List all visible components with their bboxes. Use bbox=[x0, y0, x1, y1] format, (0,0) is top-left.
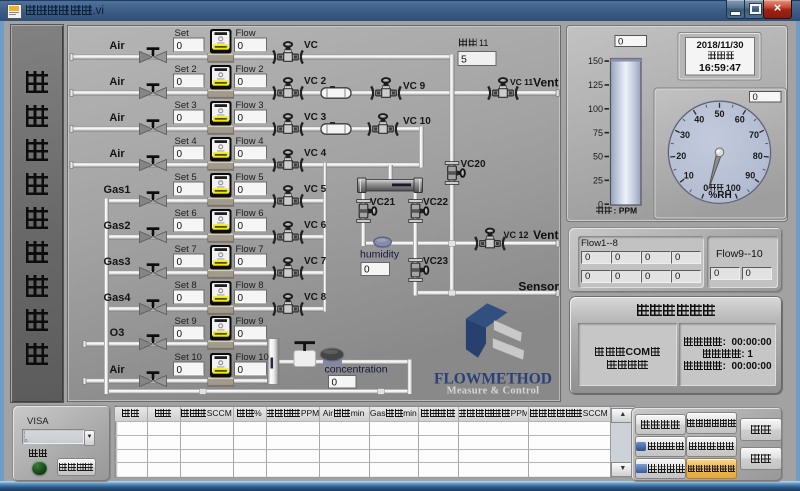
svg-text:100: 100 bbox=[588, 104, 603, 114]
svg-text:%RH: %RH bbox=[708, 190, 731, 201]
svg-text:Gas3: Gas3 bbox=[104, 256, 131, 268]
svg-text:VC 3: VC 3 bbox=[304, 112, 327, 123]
svg-text:Set 2: Set 2 bbox=[175, 64, 197, 75]
svg-text:VC22: VC22 bbox=[423, 197, 448, 208]
svg-text:0: 0 bbox=[364, 265, 370, 276]
svg-text:Air: Air bbox=[109, 112, 125, 124]
svg-text:0: 0 bbox=[238, 365, 244, 376]
svg-text:60: 60 bbox=[735, 115, 745, 125]
svg-text:0: 0 bbox=[238, 185, 244, 196]
svg-text:0: 0 bbox=[618, 37, 623, 48]
svg-text:125: 125 bbox=[588, 80, 603, 90]
svg-text:25: 25 bbox=[593, 175, 603, 185]
svg-text:Flow 5: Flow 5 bbox=[236, 172, 264, 183]
svg-text:VC 7: VC 7 bbox=[304, 256, 327, 267]
svg-text:Set 5: Set 5 bbox=[175, 172, 197, 183]
svg-text:Air: Air bbox=[109, 40, 125, 52]
svg-text:VC 10: VC 10 bbox=[403, 116, 431, 127]
svg-text:VC 9: VC 9 bbox=[403, 81, 426, 92]
svg-text:Gas1: Gas1 bbox=[104, 184, 131, 196]
svg-text:Set: Set bbox=[175, 28, 190, 39]
svg-text:70: 70 bbox=[749, 130, 759, 140]
svg-text:0: 0 bbox=[177, 365, 183, 376]
svg-text:Gas4: Gas4 bbox=[104, 292, 132, 304]
svg-text:16:59:47: 16:59:47 bbox=[699, 62, 741, 74]
svg-text:VC 6: VC 6 bbox=[304, 220, 327, 231]
svg-text:0: 0 bbox=[238, 41, 244, 52]
svg-text:0: 0 bbox=[177, 185, 183, 196]
svg-text:20: 20 bbox=[676, 151, 686, 161]
svg-text:Set 3: Set 3 bbox=[175, 100, 197, 111]
svg-text:0: 0 bbox=[177, 77, 183, 88]
svg-text:0: 0 bbox=[238, 113, 244, 124]
svg-text:2018/11/30: 2018/11/30 bbox=[696, 40, 743, 51]
svg-text:Measure & Control: Measure & Control bbox=[447, 386, 540, 397]
svg-text:Flow 7: Flow 7 bbox=[236, 244, 264, 255]
svg-text:Flow 2: Flow 2 bbox=[236, 64, 264, 75]
svg-text:0: 0 bbox=[177, 329, 183, 340]
svg-text:80: 80 bbox=[753, 151, 763, 161]
svg-text:75: 75 bbox=[593, 128, 603, 138]
svg-text:VC20: VC20 bbox=[461, 159, 486, 170]
svg-text:Flow: Flow bbox=[236, 28, 256, 39]
svg-text:VC 12: VC 12 bbox=[504, 230, 529, 240]
svg-text:0: 0 bbox=[177, 221, 183, 232]
svg-text:Flow 10: Flow 10 bbox=[236, 352, 269, 363]
svg-text:Set 9: Set 9 bbox=[175, 316, 197, 327]
svg-text:11: 11 bbox=[479, 38, 488, 48]
svg-text:90: 90 bbox=[745, 171, 755, 181]
svg-text:VC 4: VC 4 bbox=[304, 148, 327, 159]
svg-text:50: 50 bbox=[593, 152, 603, 162]
svg-text:150: 150 bbox=[588, 56, 603, 66]
svg-text:Set 7: Set 7 bbox=[175, 244, 197, 255]
svg-text:0: 0 bbox=[238, 221, 244, 232]
svg-text:VC 11: VC 11 bbox=[510, 77, 533, 87]
svg-text:VC23: VC23 bbox=[423, 256, 448, 267]
svg-text:VC 8: VC 8 bbox=[304, 292, 327, 303]
svg-text:concentration: concentration bbox=[325, 364, 388, 376]
svg-text:0: 0 bbox=[177, 257, 183, 268]
svg-text:50: 50 bbox=[714, 109, 724, 119]
svg-text:VC 2: VC 2 bbox=[304, 76, 327, 87]
svg-text:Vent: Vent bbox=[533, 228, 558, 242]
svg-text:Air: Air bbox=[109, 76, 125, 88]
svg-text:Flow 6: Flow 6 bbox=[236, 208, 264, 219]
svg-text:VC: VC bbox=[304, 40, 318, 51]
svg-text:40: 40 bbox=[694, 115, 704, 125]
svg-text:humidity: humidity bbox=[360, 249, 400, 261]
svg-text:: PPM: : PPM bbox=[614, 206, 638, 216]
svg-text:Set 8: Set 8 bbox=[175, 280, 197, 291]
svg-text:Flow 8: Flow 8 bbox=[236, 280, 264, 291]
svg-text:0: 0 bbox=[753, 92, 758, 103]
svg-text:0: 0 bbox=[238, 149, 244, 160]
svg-text:0: 0 bbox=[332, 378, 338, 389]
svg-text:0: 0 bbox=[238, 77, 244, 88]
svg-text:5: 5 bbox=[461, 54, 467, 66]
svg-text:0: 0 bbox=[238, 293, 244, 304]
svg-text:0: 0 bbox=[177, 293, 183, 304]
svg-text:0: 0 bbox=[238, 329, 244, 340]
svg-text:Set 6: Set 6 bbox=[175, 208, 197, 219]
svg-text:Flow 9: Flow 9 bbox=[236, 316, 264, 327]
svg-text:0: 0 bbox=[177, 149, 183, 160]
svg-text:Gas2: Gas2 bbox=[104, 220, 131, 232]
svg-text:O3: O3 bbox=[110, 327, 125, 339]
svg-text:Air: Air bbox=[109, 364, 125, 376]
svg-text:0: 0 bbox=[177, 113, 183, 124]
svg-text:Vent: Vent bbox=[533, 76, 558, 90]
svg-text:Flow 3: Flow 3 bbox=[236, 100, 264, 111]
svg-text:VC 5: VC 5 bbox=[304, 184, 327, 195]
svg-text:Set 4: Set 4 bbox=[175, 136, 197, 147]
svg-text:Air: Air bbox=[109, 148, 125, 160]
svg-text:10: 10 bbox=[684, 171, 694, 181]
svg-text:Flow 4: Flow 4 bbox=[236, 136, 264, 147]
svg-text:30: 30 bbox=[680, 130, 690, 140]
svg-text:Sensor: Sensor bbox=[518, 280, 559, 294]
svg-text:VC21: VC21 bbox=[370, 197, 395, 208]
svg-text:0: 0 bbox=[238, 257, 244, 268]
svg-text:Set 10: Set 10 bbox=[175, 352, 202, 363]
svg-text:0: 0 bbox=[177, 41, 183, 52]
